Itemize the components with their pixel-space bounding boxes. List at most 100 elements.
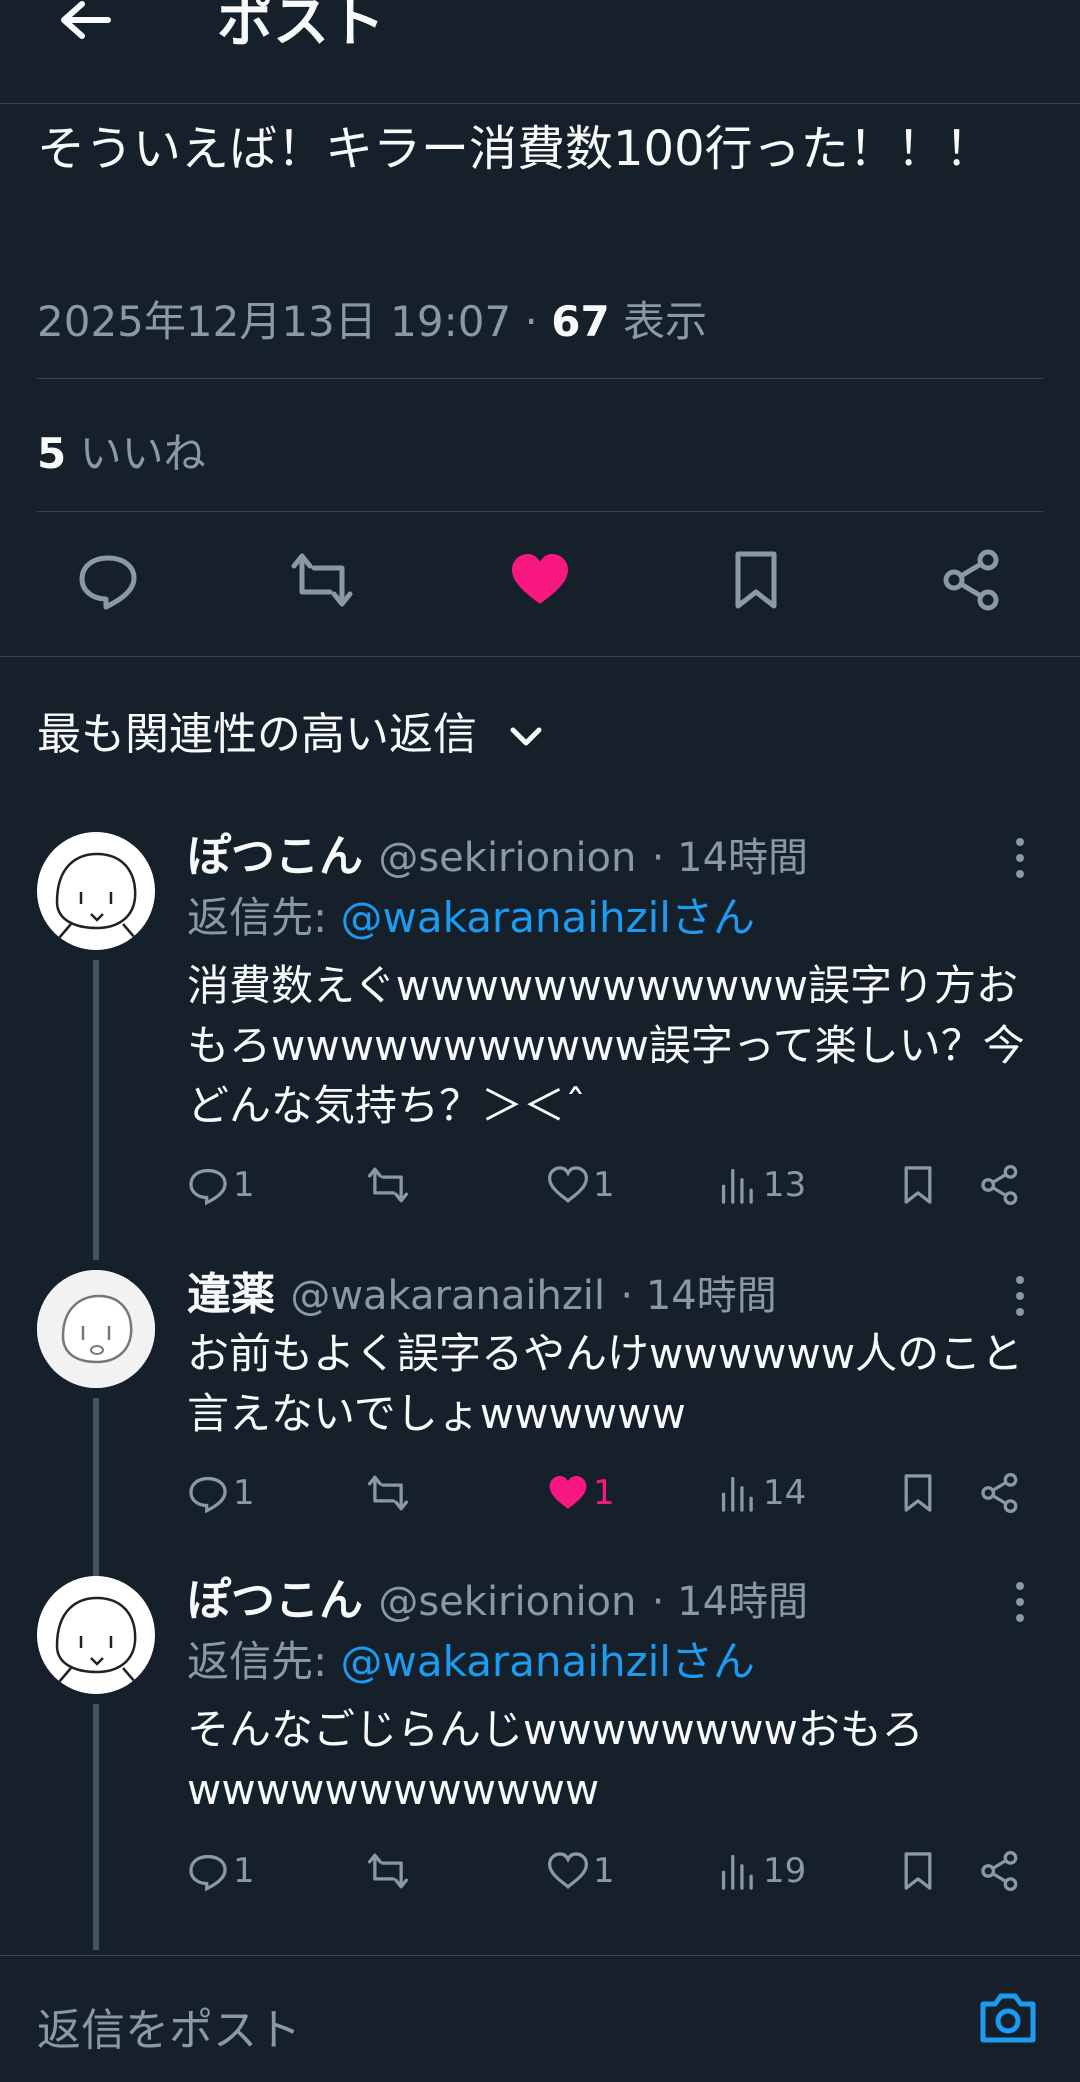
views-count: 67	[551, 297, 610, 346]
back-arrow-icon[interactable]	[56, 0, 112, 48]
reply-count: 1	[233, 1473, 255, 1513]
reply-text: お前もよく誤字るやんけwwwwww人のこと言えないでしょwwwwww	[187, 1329, 1024, 1438]
avatar[interactable]	[37, 832, 155, 950]
bookmark-button[interactable]	[897, 1160, 939, 1210]
views-count: 13	[763, 1165, 807, 1205]
heart-filled-icon	[549, 1475, 587, 1509]
avatar-drawing-icon	[37, 1270, 155, 1388]
more-options-icon[interactable]	[1010, 1580, 1030, 1624]
like-button[interactable]: 1	[547, 1160, 615, 1210]
display-name[interactable]: ぽつこん	[187, 831, 363, 882]
repost-icon[interactable]	[290, 548, 354, 612]
bookmark-button[interactable]	[897, 1468, 939, 1518]
reply-sort-dropdown[interactable]: 最も関連性の高い返信	[37, 698, 543, 762]
repost-button[interactable]	[367, 1160, 409, 1210]
thread-line	[93, 1398, 99, 1598]
reply-to-prefix: 返信先:	[187, 1637, 341, 1686]
post-meta: 2025年12月13日 19:07 · 67 表示	[37, 297, 708, 346]
bookmark-button[interactable]	[897, 1846, 939, 1896]
views-button[interactable]: 13	[717, 1160, 806, 1210]
views-count: 19	[763, 1851, 807, 1891]
avatar-drawing-icon	[55, 852, 137, 939]
share-icon[interactable]	[940, 548, 1004, 612]
likes-count: 5	[37, 429, 67, 478]
bookmark-icon	[904, 1474, 932, 1512]
reply-composer[interactable]: 返信をポスト	[0, 1955, 1080, 2082]
avatar[interactable]	[37, 1576, 155, 1694]
reply-icon	[189, 1854, 227, 1892]
reply-button[interactable]: 1	[187, 1160, 255, 1210]
reply-count: 1	[233, 1851, 255, 1891]
more-options-icon[interactable]	[1010, 836, 1030, 880]
page-title: ポスト	[217, 0, 385, 55]
bookmark-icon[interactable]	[724, 548, 788, 612]
repost-icon	[367, 1475, 409, 1511]
share-icon	[981, 1472, 1018, 1514]
share-button[interactable]	[979, 1160, 1021, 1210]
reply-time: 14時間	[677, 835, 809, 881]
repost-icon	[367, 1167, 409, 1203]
analytics-icon	[721, 1168, 753, 1204]
like-count: 1	[593, 1165, 615, 1205]
repost-button[interactable]	[367, 1468, 409, 1518]
reply-action-bar: 1 1 13	[187, 1160, 1047, 1210]
heart-icon	[547, 1852, 589, 1890]
display-name[interactable]: 違薬	[187, 1269, 275, 1320]
views-button[interactable]: 14	[717, 1468, 806, 1518]
views-button[interactable]: 19	[717, 1846, 806, 1896]
heart-icon	[547, 1166, 589, 1204]
like-button[interactable]: 1	[547, 1468, 615, 1518]
avatar-drawing-icon	[55, 1596, 137, 1683]
views-count: 14	[763, 1473, 807, 1513]
post-datetime: 2025年12月13日 19:07	[37, 297, 512, 346]
reply-to-prefix: 返信先:	[187, 893, 341, 942]
reply-icon[interactable]	[76, 548, 140, 612]
post-text: そういえば！キラー消費数100行った！！！	[37, 121, 993, 177]
like-button[interactable]: 1	[547, 1846, 615, 1896]
reply-time: 14時間	[677, 1579, 809, 1625]
reply-sort-label: 最も関連性の高い返信	[37, 709, 477, 760]
reply-time: 14時間	[645, 1273, 777, 1319]
camera-icon[interactable]	[977, 1986, 1039, 2048]
likes-label: いいね	[79, 429, 206, 478]
bookmark-icon	[904, 1852, 932, 1890]
share-button[interactable]	[979, 1846, 1021, 1896]
reply-to-mention[interactable]: @wakaranaihzilさん	[341, 893, 755, 942]
reply-button[interactable]: 1	[187, 1468, 255, 1518]
analytics-icon	[721, 1476, 753, 1512]
reply-input[interactable]: 返信をポスト	[37, 1994, 301, 2058]
analytics-icon	[721, 1854, 753, 1890]
repost-button[interactable]	[367, 1846, 409, 1896]
user-handle[interactable]: @sekirionion	[378, 1579, 636, 1625]
post-action-bar	[0, 548, 1080, 618]
bookmark-icon	[904, 1166, 932, 1204]
user-handle[interactable]: @sekirionion	[378, 835, 636, 881]
avatar[interactable]	[37, 1270, 155, 1388]
share-icon	[981, 1850, 1018, 1892]
reply-count: 1	[233, 1165, 255, 1205]
like-count: 1	[593, 1473, 615, 1513]
user-handle[interactable]: @wakaranaihzil	[290, 1273, 605, 1319]
reply-icon	[189, 1476, 227, 1514]
share-icon	[981, 1164, 1018, 1206]
reply-icon	[189, 1168, 227, 1206]
share-button[interactable]	[979, 1468, 1021, 1518]
like-count: 1	[593, 1851, 615, 1891]
top-bar: ポスト	[0, 0, 1080, 104]
divider	[37, 511, 1043, 512]
more-options-icon[interactable]	[1010, 1274, 1030, 1318]
reply-text: 消費数えぐwwwwwwwwwwww誤字り方おもろwwwwwwwwwww誤字って楽…	[187, 961, 1025, 1130]
likes-summary[interactable]: 5 いいね	[37, 420, 206, 481]
reply-to-mention[interactable]: @wakaranaihzilさん	[341, 1637, 755, 1686]
thread-line	[93, 960, 99, 1260]
reply-action-bar: 1 1 19	[187, 1846, 1047, 1896]
thread-line	[93, 1704, 99, 1950]
display-name[interactable]: ぽつこん	[187, 1575, 363, 1626]
divider	[37, 378, 1043, 379]
heart-filled-icon[interactable]	[508, 548, 572, 612]
repost-icon	[367, 1853, 409, 1889]
reply-action-bar: 1 1 14	[187, 1468, 1047, 1518]
reply-button[interactable]: 1	[187, 1846, 255, 1896]
reply-text: そんなごじらんじwwwwwwwwおもろwwwwwwwwwwww	[187, 1705, 924, 1814]
chevron-down-icon	[510, 727, 542, 746]
